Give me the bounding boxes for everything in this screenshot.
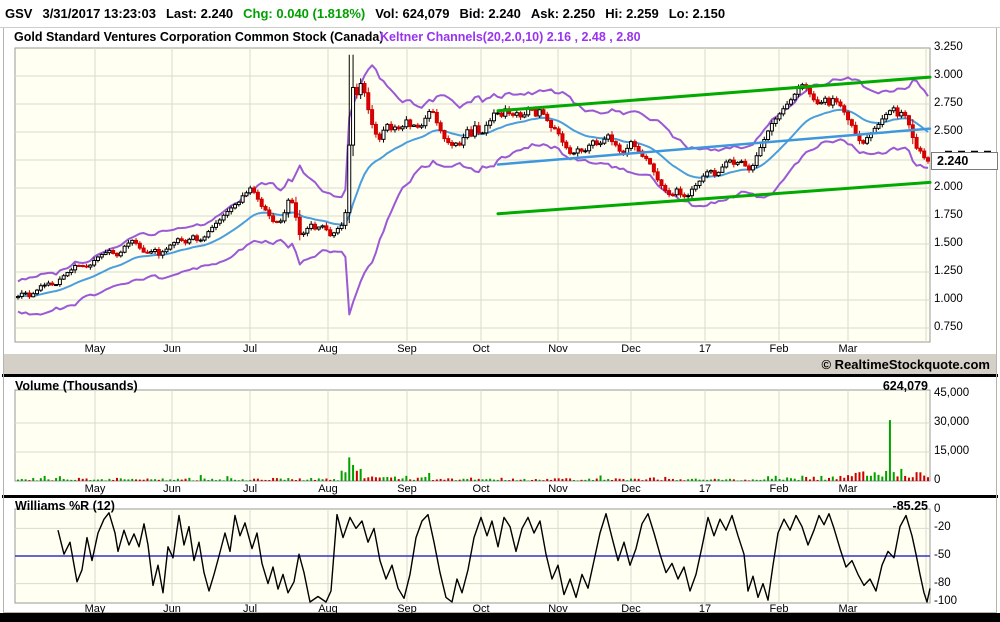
copyright-link[interactable]: © RealtimeStockquote.com: [821, 357, 990, 372]
williams-y-tick-label: 0: [934, 503, 941, 515]
x-axis-month-label-main: 17: [698, 343, 712, 355]
x-axis-month-label-volume: Oct: [472, 483, 490, 495]
volume-panel-title: Volume (Thousands): [15, 379, 138, 393]
x-axis-month-label-main: Oct: [472, 343, 490, 355]
x-axis-month-label-williams: Mar: [838, 603, 858, 615]
x-axis-month-label-williams: Jul: [242, 603, 258, 615]
x-axis-month-label-williams: Oct: [472, 603, 490, 615]
x-axis-month-label-main: May: [84, 343, 106, 355]
x-axis-month-label-volume: Mar: [838, 483, 858, 495]
x-axis-month-label-williams: Feb: [769, 603, 789, 615]
last-price-axis-label: 2.240: [931, 152, 998, 170]
volume-y-tick-label: 30,000: [934, 416, 970, 428]
x-axis-month-label-volume: Jul: [242, 483, 258, 495]
price-y-tick-label: 2.500: [934, 125, 963, 137]
keltner-indicator-label: Keltner Channels(20,2.0,10) 2.16 , 2.48 …: [380, 30, 641, 44]
x-axis-month-label-williams: 17: [698, 603, 712, 615]
williams-y-tick-label: -100: [934, 595, 958, 607]
x-axis-month-label-williams: May: [84, 603, 106, 615]
volume-y-tick-label: 0: [934, 474, 941, 486]
x-axis-month-label-williams: Aug: [318, 603, 338, 615]
x-axis-month-label-volume: 17: [698, 483, 712, 495]
x-axis-month-label-main: Nov: [548, 343, 568, 355]
x-axis-month-label-main: Jul: [242, 343, 258, 355]
x-axis-month-label-williams: Nov: [548, 603, 568, 615]
x-axis-month-label-volume: Dec: [621, 483, 641, 495]
chart-graphics: [0, 27, 1000, 622]
x-axis-month-label-main: Sep: [397, 343, 417, 355]
quote-low: Lo: 2.150: [668, 6, 726, 21]
main-chart-title: Gold Standard Ventures Corporation Commo…: [14, 30, 384, 44]
quote-volume: Vol: 624,079: [375, 6, 450, 21]
stock-chart-page: GSV 3/31/2017 13:23:03 Last: 2.240 Chg: …: [0, 0, 1000, 622]
x-axis-month-label-volume: Aug: [318, 483, 338, 495]
price-y-tick-label: 3.250: [934, 41, 963, 53]
x-axis-month-label-main: Mar: [838, 343, 858, 355]
quote-ask: Ask: 2.250: [530, 6, 596, 21]
price-y-tick-label: 1.000: [934, 293, 963, 305]
williams-current-value: -85.25: [892, 499, 928, 513]
x-axis-month-label-volume: Nov: [548, 483, 568, 495]
williams-y-tick-label: -80: [934, 576, 951, 589]
price-y-tick-label: 2.750: [934, 97, 963, 109]
williams-panel-title: Williams %R (12): [15, 499, 115, 513]
ticker-symbol: GSV: [5, 6, 33, 21]
price-y-tick-label: 2.000: [934, 181, 963, 193]
x-axis-month-label-volume: Sep: [397, 483, 417, 495]
volume-y-tick-label: 15,000: [934, 445, 970, 457]
x-axis-month-label-main: Aug: [318, 343, 338, 355]
quote-change: Chg: 0.040 (1.818%): [243, 6, 366, 21]
quote-high: Hi: 2.259: [605, 6, 659, 21]
price-y-tick-label: 1.500: [934, 237, 963, 249]
x-axis-month-label-volume: Feb: [769, 483, 789, 495]
x-axis-month-label-main: Dec: [621, 343, 641, 355]
x-axis-month-label-volume: May: [84, 483, 106, 495]
x-axis-month-label-volume: Jun: [163, 483, 181, 495]
price-y-tick-label: 3.000: [934, 69, 963, 81]
price-y-tick-label: 1.250: [934, 265, 963, 277]
quote-header-bar: GSV 3/31/2017 13:23:03 Last: 2.240 Chg: …: [0, 0, 1000, 27]
x-axis-month-label-williams: Jun: [163, 603, 181, 615]
quote-bid: Bid: 2.240: [459, 6, 521, 21]
volume-current-value: 624,079: [882, 379, 928, 393]
williams-y-tick-label: -20: [934, 521, 951, 534]
x-axis-month-label-main: Jun: [163, 343, 181, 355]
quote-datetime: 3/31/2017 13:23:03: [42, 6, 156, 21]
williams-y-tick-label: -50: [934, 549, 951, 561]
price-y-tick-label: 0.750: [934, 321, 963, 333]
x-axis-month-label-williams: Dec: [621, 603, 641, 615]
x-axis-month-label-main: Feb: [769, 343, 789, 355]
price-y-tick-label: 1.750: [934, 209, 963, 221]
quote-last: Last: 2.240: [165, 6, 234, 21]
x-axis-month-label-williams: Sep: [397, 603, 417, 615]
volume-y-tick-label: 45,000: [934, 387, 970, 399]
